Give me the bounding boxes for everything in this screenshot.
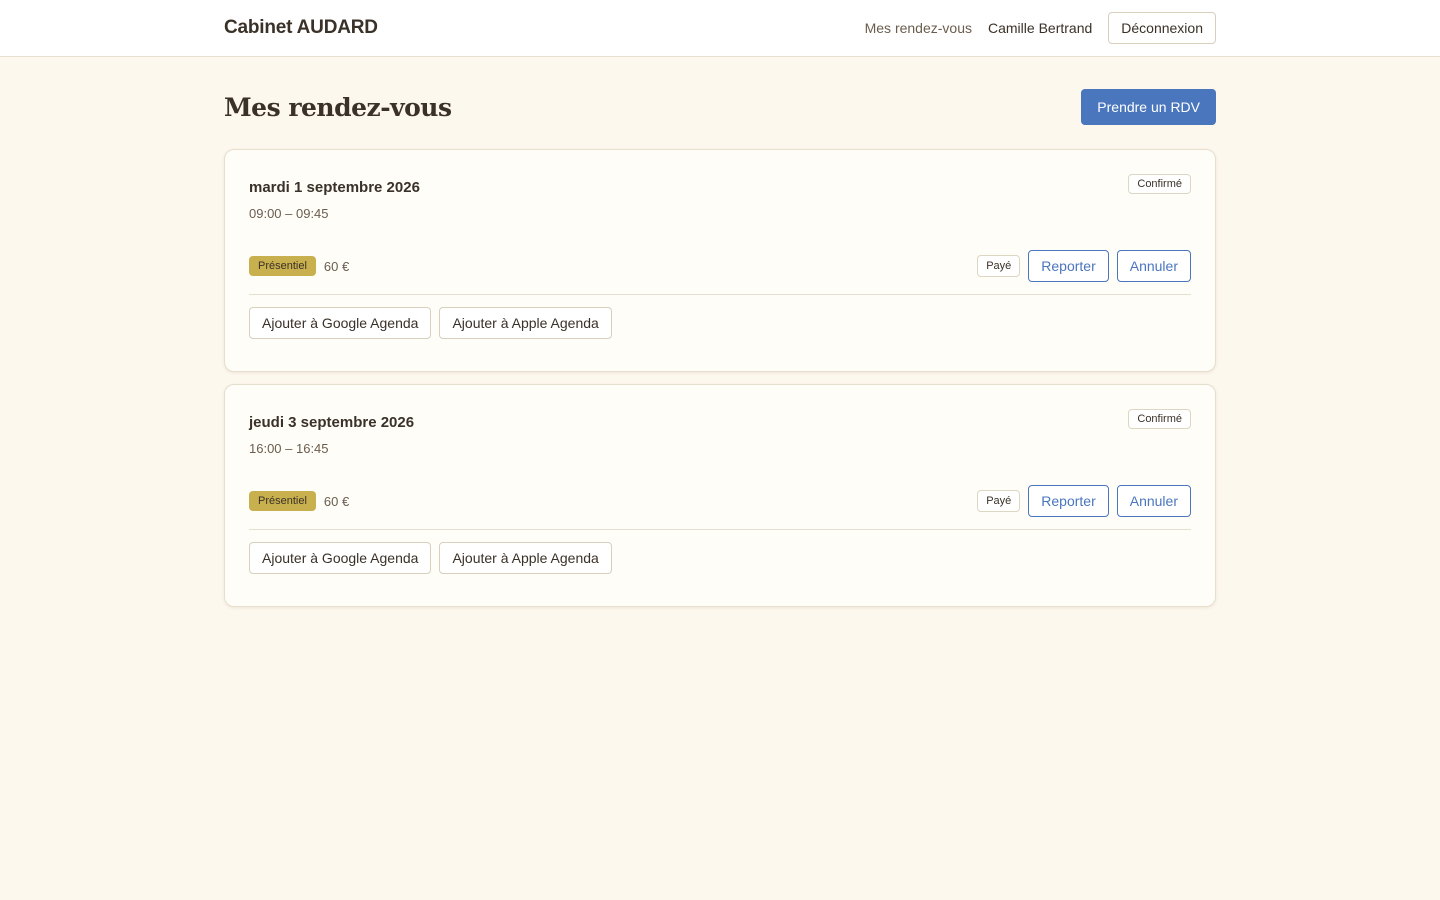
appointment-actions: Payé Reporter Annuler <box>977 250 1191 282</box>
card-divider <box>249 529 1191 530</box>
main-content: Mes rendez-vous Prendre un RDV mardi 1 s… <box>224 89 1216 607</box>
appointment-info: Présentiel 60 € <box>249 491 349 511</box>
nav-link-appointments[interactable]: Mes rendez-vous <box>865 20 972 36</box>
card-divider <box>249 294 1191 295</box>
add-apple-calendar-button[interactable]: Ajouter à Apple Agenda <box>439 542 612 574</box>
appointment-card-header: jeudi 3 septembre 2026 Confirmé <box>249 409 1191 431</box>
payment-badge: Payé <box>977 255 1021 277</box>
reschedule-button[interactable]: Reporter <box>1028 250 1109 282</box>
status-badge: Confirmé <box>1128 174 1191 194</box>
new-appointment-button[interactable]: Prendre un RDV <box>1081 89 1216 125</box>
appointment-list: mardi 1 septembre 2026 Confirmé 09:00 – … <box>224 149 1216 607</box>
top-bar: Cabinet AUDARD Mes rendez-vous Camille B… <box>0 0 1440 57</box>
add-google-calendar-button[interactable]: Ajouter à Google Agenda <box>249 307 432 339</box>
appointment-date: jeudi 3 septembre 2026 <box>249 414 415 431</box>
appointment-info: Présentiel 60 € <box>249 256 349 276</box>
payment-badge: Payé <box>977 490 1021 512</box>
appointment-card: jeudi 3 septembre 2026 Confirmé 16:00 – … <box>224 384 1216 607</box>
appointment-details-row: Présentiel 60 € Payé Reporter Annuler <box>249 485 1191 517</box>
main-nav: Mes rendez-vous Camille Bertrand Déconne… <box>865 12 1216 44</box>
appointment-price: 60 € <box>323 258 350 274</box>
reschedule-button[interactable]: Reporter <box>1028 485 1109 517</box>
page-header: Mes rendez-vous Prendre un RDV <box>224 89 1216 125</box>
brand-logo[interactable]: Cabinet AUDARD <box>224 17 378 39</box>
appointment-time: 16:00 – 16:45 <box>249 441 329 456</box>
cancel-button[interactable]: Annuler <box>1116 250 1191 282</box>
appointment-card: mardi 1 septembre 2026 Confirmé 09:00 – … <box>224 149 1216 372</box>
logout-button[interactable]: Déconnexion <box>1108 12 1216 44</box>
appointment-actions: Payé Reporter Annuler <box>977 485 1191 517</box>
appointment-date: mardi 1 septembre 2026 <box>249 179 420 196</box>
appointment-card-header: mardi 1 septembre 2026 Confirmé <box>249 174 1191 196</box>
appointment-time: 09:00 – 09:45 <box>249 206 329 221</box>
add-google-calendar-button[interactable]: Ajouter à Google Agenda <box>249 542 432 574</box>
appointment-details-row: Présentiel 60 € Payé Reporter Annuler <box>249 250 1191 282</box>
appointment-price: 60 € <box>323 493 350 509</box>
cancel-button[interactable]: Annuler <box>1116 485 1191 517</box>
status-badge: Confirmé <box>1128 409 1191 429</box>
mode-badge: Présentiel <box>249 491 316 511</box>
mode-badge: Présentiel <box>249 256 316 276</box>
calendar-actions: Ajouter à Google Agenda Ajouter à Apple … <box>249 542 1191 574</box>
user-name: Camille Bertrand <box>988 20 1093 36</box>
add-apple-calendar-button[interactable]: Ajouter à Apple Agenda <box>439 307 612 339</box>
calendar-actions: Ajouter à Google Agenda Ajouter à Apple … <box>249 307 1191 339</box>
page-title: Mes rendez-vous <box>224 92 452 122</box>
top-bar-inner: Cabinet AUDARD Mes rendez-vous Camille B… <box>224 0 1216 56</box>
